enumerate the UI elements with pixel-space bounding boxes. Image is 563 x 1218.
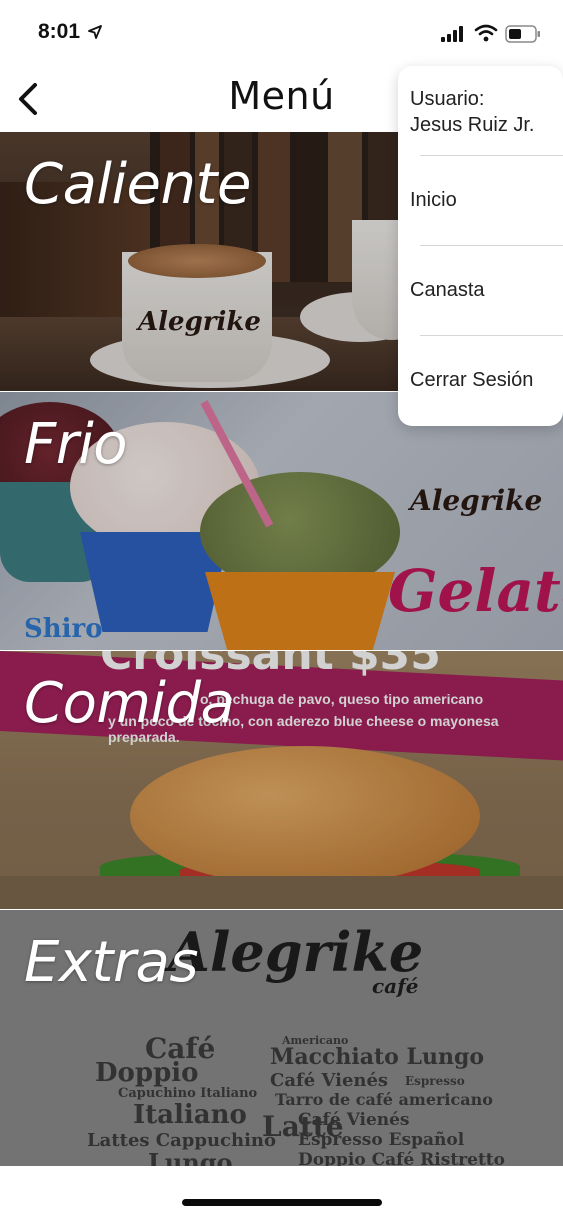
home-area: [0, 1166, 563, 1218]
menu-screen: 8:01 Menú Alegrike Caliente Alegrike Gel…: [0, 0, 563, 1218]
status-time: 8:01: [38, 20, 81, 43]
menu-item-inicio[interactable]: Inicio: [398, 156, 563, 245]
wifi-icon: [474, 24, 498, 42]
menu-item-canasta[interactable]: Canasta: [398, 246, 563, 335]
user-info: Usuario: Jesus Ruiz Jr.: [410, 86, 534, 138]
category-label: Extras: [24, 930, 199, 995]
cellular-signal-icon: [441, 26, 463, 42]
category-label: Frio: [24, 412, 128, 477]
battery-icon: [505, 25, 540, 43]
category-card-extras[interactable]: Alegrike café Café Doppio Capuchino Ital…: [0, 909, 563, 1168]
category-card-frio[interactable]: Alegrike Gelato Shiro Frio: [0, 391, 563, 650]
category-label: Caliente: [24, 152, 251, 217]
user-dropdown-menu: Usuario: Jesus Ruiz Jr. Inicio Canasta C…: [398, 66, 563, 426]
menu-item-cerrar-sesion[interactable]: Cerrar Sesión: [398, 336, 563, 425]
category-card-comida[interactable]: Croissant $35 o, pechuga de pavo, queso …: [0, 650, 563, 909]
status-bar: 8:01: [0, 0, 563, 66]
location-arrow-icon: [88, 25, 102, 39]
user-label: Usuario:: [410, 88, 485, 110]
home-indicator[interactable]: [182, 1199, 382, 1206]
category-label: Comida: [24, 671, 235, 736]
user-name: Jesus Ruiz Jr.: [410, 114, 535, 136]
